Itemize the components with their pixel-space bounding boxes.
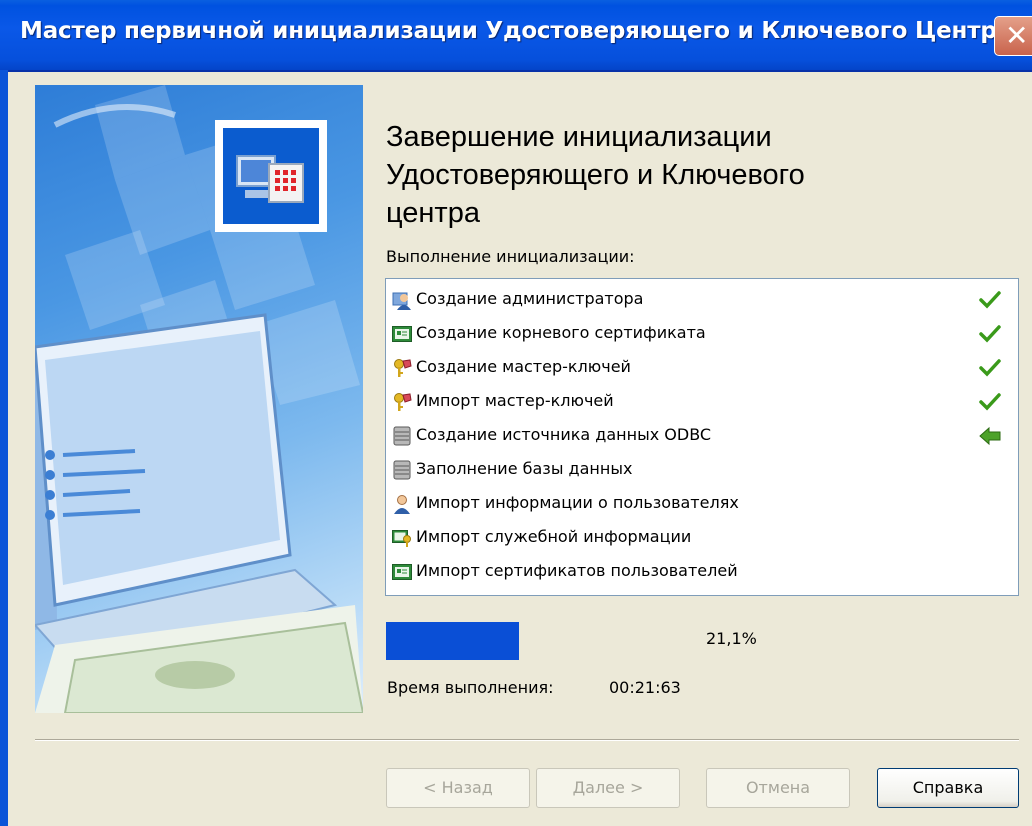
user-icon <box>392 494 412 514</box>
list-item: Создание администратора <box>386 283 1016 317</box>
certificate-key-icon <box>392 528 412 548</box>
page-title: Завершение инициализации Удостоверяющего… <box>386 118 1006 232</box>
steps-label: Выполнение инициализации: <box>386 247 635 266</box>
list-item: Создание источника данных ODBC <box>386 419 1016 453</box>
list-item-label: Создание мастер-ключей <box>416 357 631 376</box>
list-item: Импорт служебной информации <box>386 521 1016 555</box>
list-item: Импорт информации о пользователях <box>386 487 1016 521</box>
progress-bar <box>386 622 519 660</box>
elapsed-time-value: 00:21:63 <box>609 678 681 697</box>
page-title-line-3: центра <box>386 197 480 229</box>
checkmark-icon <box>978 323 1002 345</box>
checkmark-icon <box>978 391 1002 413</box>
list-item: Заполнение базы данных <box>386 453 1016 487</box>
help-button[interactable]: Справка <box>877 768 1019 808</box>
admin-user-icon <box>392 290 412 310</box>
window-frame-left <box>0 70 8 826</box>
next-button[interactable]: Далее > <box>536 768 680 808</box>
progress-percent: 21,1% <box>706 629 757 648</box>
checkmark-icon <box>978 289 1002 311</box>
database-icon <box>392 460 412 480</box>
steps-list: Создание администратора Создание корневог… <box>385 278 1019 596</box>
list-item: Импорт сертификатов пользователей <box>386 555 1016 589</box>
list-item-label: Импорт мастер-ключей <box>416 391 614 410</box>
database-icon <box>392 426 412 446</box>
close-icon: ✕ <box>1005 19 1029 52</box>
window-title: Мастер первичной инициализации Удостовер… <box>20 18 1012 44</box>
cancel-button[interactable]: Отмена <box>706 768 850 808</box>
list-item-label: Импорт сертификатов пользователей <box>416 561 738 580</box>
page-title-line-2: Удостоверяющего и Ключевого <box>386 159 805 191</box>
title-bar: Мастер первичной инициализации Удостовер… <box>0 0 1032 72</box>
list-item-label: Создание корневого сертификата <box>416 323 706 342</box>
list-item-label: Создание администратора <box>416 289 644 308</box>
wizard-logo <box>215 120 327 232</box>
keys-icon <box>392 358 412 378</box>
list-item: Импорт мастер-ключей <box>386 385 1016 419</box>
elapsed-time-label: Время выполнения: <box>387 678 554 697</box>
close-button[interactable]: ✕ <box>994 16 1032 56</box>
button-separator <box>35 739 1019 741</box>
keys-icon <box>392 392 412 412</box>
checkmark-icon <box>978 357 1002 379</box>
certificate-icon <box>392 562 412 582</box>
list-item-label: Импорт информации о пользователях <box>416 493 739 512</box>
back-button[interactable]: < Назад <box>386 768 530 808</box>
list-item: Создание мастер-ключей <box>386 351 1016 385</box>
list-item-label: Импорт служебной информации <box>416 527 692 546</box>
page-title-line-1: Завершение инициализации <box>386 121 772 153</box>
list-item: Создание корневого сертификата <box>386 317 1016 351</box>
list-item-label: Создание источника данных ODBC <box>416 425 712 444</box>
arrow-left-icon <box>978 425 1002 447</box>
key-center-logo-icon <box>236 155 304 203</box>
certificate-icon <box>392 324 412 344</box>
list-item-label: Заполнение базы данных <box>416 459 633 478</box>
